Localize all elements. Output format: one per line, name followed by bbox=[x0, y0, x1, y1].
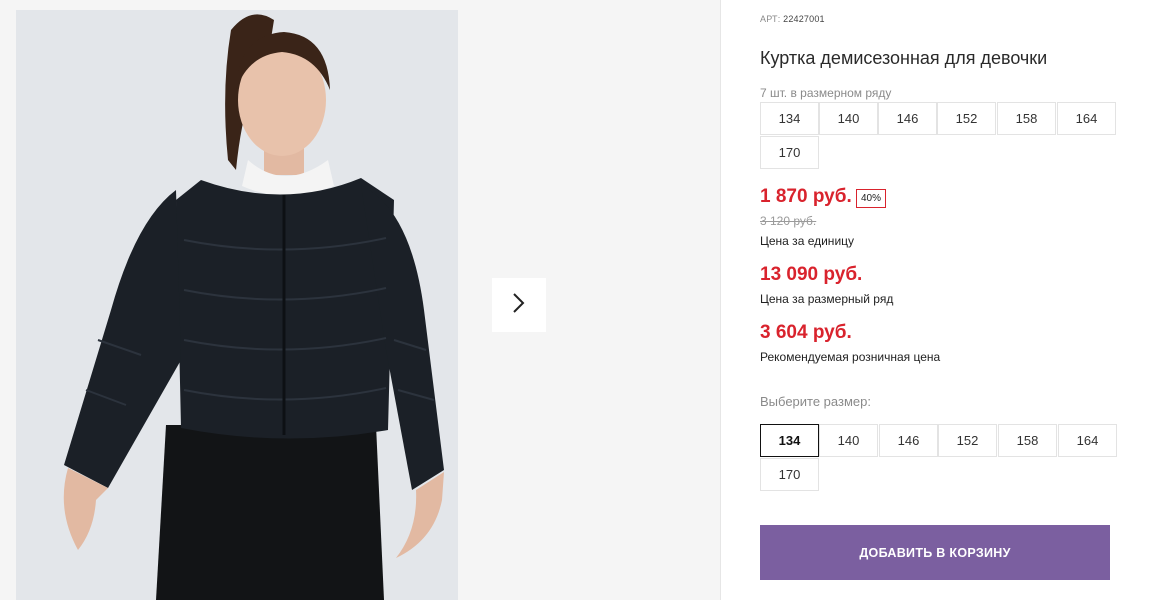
product-title: Куртка демисезонная для девочки bbox=[760, 48, 1048, 68]
choose-size-label: Выберите размер: bbox=[760, 394, 871, 409]
size-option-170[interactable]: 170 bbox=[760, 458, 819, 491]
series-size-cell: 146 bbox=[878, 102, 937, 135]
series-size-cell: 170 bbox=[760, 136, 819, 169]
series-price: 13 090 руб. bbox=[760, 264, 863, 285]
series-size-cell: 164 bbox=[1057, 102, 1116, 135]
unit-price: 1 870 руб. bbox=[760, 186, 852, 207]
retail-price: 3 604 руб. bbox=[760, 322, 852, 343]
discount-badge: 40% bbox=[856, 189, 887, 208]
series-price-caption: Цена за размерный ряд bbox=[760, 292, 894, 306]
series-size-cell: 158 bbox=[997, 102, 1056, 135]
size-option-146[interactable]: 146 bbox=[879, 424, 938, 457]
series-note: 7 шт. в размерном ряду bbox=[760, 86, 892, 100]
product-gallery bbox=[0, 0, 720, 600]
size-option-134[interactable]: 134 bbox=[760, 424, 819, 457]
size-option-152[interactable]: 152 bbox=[938, 424, 997, 457]
article-number: 22427001 bbox=[783, 14, 825, 24]
series-size-cell: 134 bbox=[760, 102, 819, 135]
add-to-cart-button[interactable]: ДОБАВИТЬ В КОРЗИНУ bbox=[760, 525, 1110, 580]
series-size-cell: 140 bbox=[819, 102, 878, 135]
chevron-right-icon bbox=[512, 292, 526, 319]
product-photo[interactable] bbox=[16, 10, 458, 600]
next-image-button[interactable] bbox=[492, 278, 546, 332]
old-price: 3 120 руб. bbox=[760, 214, 817, 228]
retail-price-caption: Рекомендуемая розничная цена bbox=[760, 350, 941, 364]
article-label: АРТ: bbox=[760, 14, 781, 24]
column-divider bbox=[720, 0, 721, 600]
size-option-140[interactable]: 140 bbox=[819, 424, 878, 457]
unit-price-caption: Цена за единицу bbox=[760, 234, 855, 248]
size-option-164[interactable]: 164 bbox=[1058, 424, 1117, 457]
size-option-158[interactable]: 158 bbox=[998, 424, 1057, 457]
article: АРТ: 22427001 bbox=[760, 14, 825, 24]
series-size-cell: 152 bbox=[937, 102, 996, 135]
